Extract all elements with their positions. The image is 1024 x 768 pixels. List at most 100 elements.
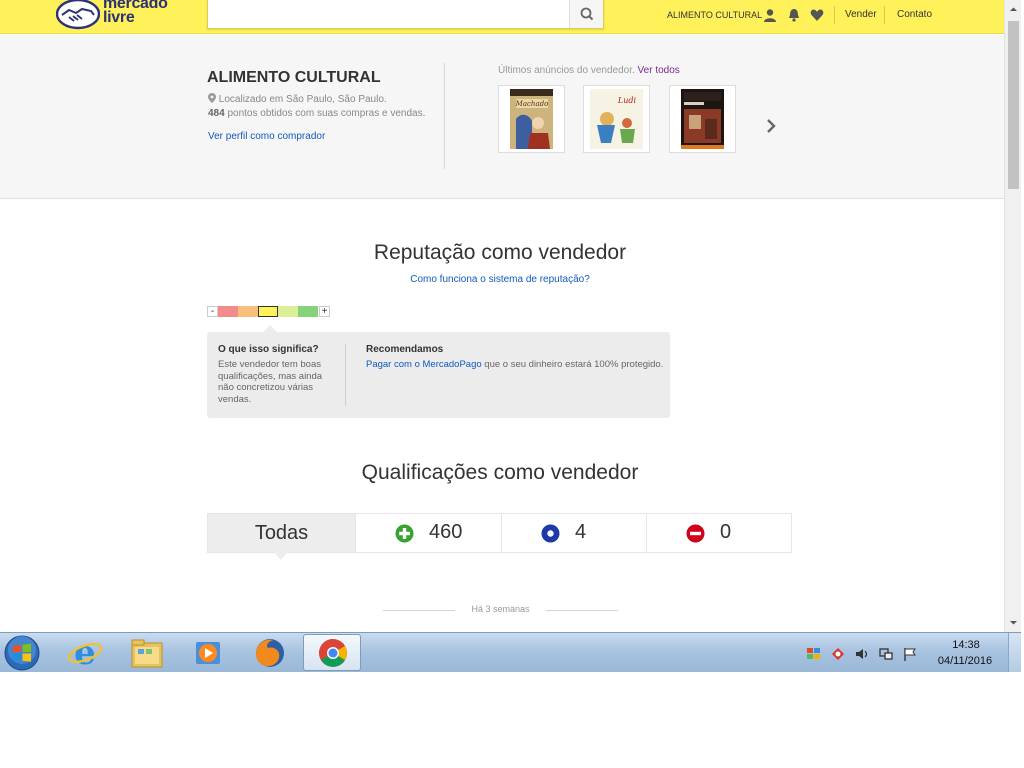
latest-listings-text: Últimos anúncios do vendedor. bbox=[498, 65, 635, 76]
thermometer-level-5 bbox=[298, 306, 318, 317]
search-button[interactable] bbox=[569, 0, 603, 28]
media-player-icon bbox=[196, 642, 220, 664]
neutral-circle-icon bbox=[541, 524, 560, 543]
tray-app-icon[interactable] bbox=[806, 647, 822, 661]
show-desktop-button[interactable] bbox=[1008, 633, 1021, 672]
volume-icon[interactable] bbox=[854, 647, 870, 661]
thermometer-level-3-active bbox=[258, 306, 278, 317]
reputation-info-box: O que isso significa? Este vendedor tem … bbox=[207, 325, 670, 418]
book-cover-image bbox=[681, 89, 724, 149]
thermometer-level-1 bbox=[218, 306, 238, 317]
folder-icon bbox=[131, 639, 163, 668]
positive-count: 460 bbox=[429, 521, 463, 543]
recommend-body-text: que o seu dinheiro estará 100% protegido… bbox=[481, 359, 664, 370]
tab-negative[interactable]: 0 bbox=[646, 514, 791, 552]
reputation-help-link[interactable]: Como funciona o sistema de reputação? bbox=[0, 274, 1000, 285]
taskbar-firefox[interactable] bbox=[241, 634, 299, 671]
reputation-thermometer: - + bbox=[207, 305, 331, 318]
listing-thumbnail[interactable]: Ludi bbox=[583, 85, 650, 153]
book-cover-image: Machado bbox=[510, 89, 553, 149]
meaning-column: O que isso significa? Este vendedor tem … bbox=[218, 344, 328, 405]
vertical-scrollbar[interactable] bbox=[1004, 0, 1021, 632]
internet-explorer-icon: e bbox=[67, 633, 103, 673]
neutral-count: 4 bbox=[575, 521, 587, 543]
nav-contact-link[interactable]: Contato bbox=[897, 9, 932, 20]
search-box bbox=[207, 0, 604, 29]
tab-all[interactable]: Todas bbox=[208, 514, 355, 560]
seller-points: 484 pontos obtidos com suas compras e ve… bbox=[208, 108, 425, 119]
clock-time[interactable]: 14:38 bbox=[936, 639, 996, 651]
meaning-text: Este vendedor tem boas qualificações, ma… bbox=[218, 359, 323, 405]
qualifications-tabs: Todas 460 4 0 bbox=[207, 513, 792, 560]
listing-thumbnail[interactable]: Machado bbox=[498, 85, 565, 153]
seller-location: Localizado em São Paulo, São Paulo. bbox=[208, 93, 387, 105]
see-all-link[interactable]: Ver todos bbox=[638, 65, 680, 76]
svg-text:e: e bbox=[74, 634, 96, 671]
seller-points-text: pontos obtidos com suas compras e vendas… bbox=[224, 108, 426, 119]
tray-update-icon[interactable] bbox=[830, 647, 846, 661]
plus-circle-icon bbox=[395, 524, 414, 543]
mercadopago-link[interactable]: Pagar com o MercadoPago bbox=[366, 359, 482, 370]
recommend-text: Pagar com o MercadoPago que o seu dinhei… bbox=[366, 359, 666, 371]
action-center-flag-icon[interactable] bbox=[902, 647, 918, 661]
logo-text-line2: livre bbox=[103, 9, 135, 26]
section-divider bbox=[444, 63, 445, 169]
buyer-profile-link[interactable]: Ver perfil como comprador bbox=[208, 131, 325, 142]
seller-location-text: Localizado em São Paulo, São Paulo. bbox=[218, 94, 387, 105]
tab-neutral[interactable]: 4 bbox=[501, 514, 646, 552]
search-input[interactable] bbox=[208, 0, 571, 28]
latest-listings-label: Últimos anúncios do vendedor. Ver todos bbox=[498, 65, 680, 76]
info-divider bbox=[345, 344, 346, 406]
svg-text:Ludi: Ludi bbox=[617, 96, 637, 105]
recommend-column: Recomendamos Pagar com o MercadoPago que… bbox=[366, 344, 666, 371]
location-pin-icon bbox=[208, 93, 216, 103]
nav-divider bbox=[884, 6, 885, 24]
book-cover-image: Ludi bbox=[590, 89, 643, 149]
listing-thumbnail[interactable] bbox=[669, 85, 736, 153]
taskbar-file-explorer[interactable] bbox=[118, 634, 176, 671]
mercadolivre-logo[interactable]: mercado livre bbox=[56, 0, 180, 30]
thermometer-level-2 bbox=[238, 306, 258, 317]
handshake-icon bbox=[56, 0, 100, 30]
negative-count: 0 bbox=[720, 521, 732, 543]
thermometer-max-label: + bbox=[319, 306, 330, 317]
time-separator-label: Há 3 semanas bbox=[471, 604, 530, 614]
meaning-title: O que isso significa? bbox=[218, 344, 319, 355]
taskbar-media-player[interactable] bbox=[180, 634, 238, 671]
qualifications-title: Qualificações como vendedor bbox=[361, 461, 639, 484]
scroll-down-arrow-icon[interactable] bbox=[1009, 618, 1018, 627]
seller-name: ALIMENTO CULTURAL bbox=[207, 69, 381, 86]
nav-divider bbox=[834, 6, 835, 24]
clock-date[interactable]: 04/11/2016 bbox=[930, 655, 1000, 667]
site-header: mercado livre ALIMENTO CULTURAL Vender C… bbox=[0, 0, 1004, 34]
favorites-heart-icon[interactable] bbox=[810, 8, 824, 22]
time-separator: Há 3 semanas bbox=[383, 604, 618, 618]
seller-info-section: ALIMENTO CULTURAL Localizado em São Paul… bbox=[0, 35, 1004, 199]
thermometer-min-label: - bbox=[207, 306, 218, 317]
search-icon bbox=[580, 7, 594, 21]
notifications-bell-icon[interactable] bbox=[787, 8, 801, 22]
scrollbar-thumb[interactable] bbox=[1008, 21, 1019, 189]
firefox-icon bbox=[256, 639, 284, 667]
chrome-icon bbox=[319, 639, 347, 667]
thermometer-level-4 bbox=[278, 306, 298, 317]
seller-points-value: 484 bbox=[208, 108, 225, 119]
browser-viewport: mercado livre ALIMENTO CULTURAL Vender C… bbox=[0, 0, 1004, 632]
scroll-up-arrow-icon[interactable] bbox=[1009, 5, 1018, 14]
windows-start-icon[interactable] bbox=[3, 634, 41, 672]
carousel-next-icon[interactable] bbox=[764, 118, 778, 134]
network-icon[interactable] bbox=[878, 647, 894, 661]
windows-taskbar: e 14:38 04/11/2016 bbox=[0, 632, 1021, 673]
separator-line bbox=[546, 610, 618, 611]
tab-positive[interactable]: 460 bbox=[355, 514, 501, 552]
taskbar-chrome-active[interactable] bbox=[303, 634, 361, 671]
nav-sell-link[interactable]: Vender bbox=[845, 9, 877, 20]
user-name-link[interactable]: ALIMENTO CULTURAL bbox=[667, 10, 762, 20]
recommend-title: Recomendamos bbox=[366, 344, 444, 355]
user-icon[interactable] bbox=[763, 8, 777, 22]
taskbar-internet-explorer[interactable]: e bbox=[56, 633, 114, 673]
minus-circle-icon bbox=[686, 524, 705, 543]
svg-text:Machado: Machado bbox=[515, 100, 549, 108]
logo-text: mercado livre bbox=[103, 0, 168, 26]
reputation-title: Reputação como vendedor bbox=[373, 241, 627, 264]
